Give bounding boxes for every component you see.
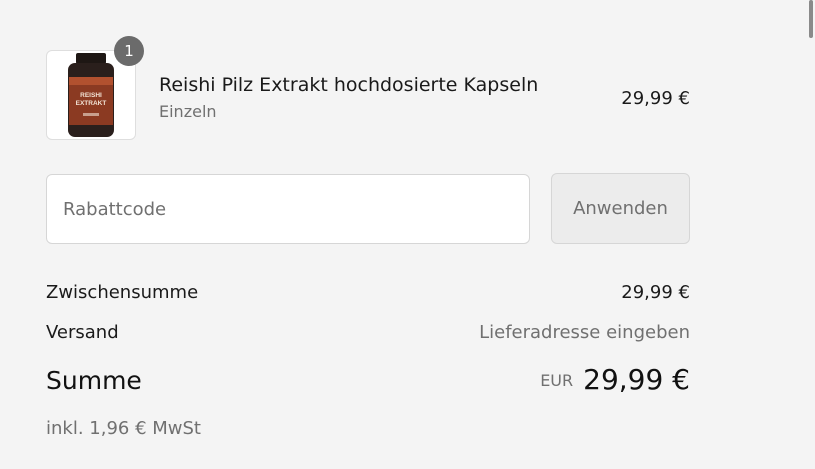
product-line-item: REISHI EXTRAKT 1 Reishi Pilz Extrakt hoc…	[46, 36, 690, 142]
total-value-group: EUR 29,99 €	[540, 363, 690, 396]
total-label: Summe	[46, 366, 142, 395]
currency-code: EUR	[540, 371, 574, 390]
subtotal-label: Zwischensumme	[46, 282, 199, 303]
apply-discount-button[interactable]: Anwenden	[551, 173, 690, 244]
product-name: Reishi Pilz Extrakt hochdosierte Kapseln	[159, 74, 539, 96]
scrollbar-track[interactable]	[805, 0, 815, 469]
product-image-label: REISHI	[80, 92, 102, 99]
subtotal-value: 29,99 €	[621, 282, 690, 303]
quantity-badge: 1	[114, 36, 144, 66]
shipping-value: Lieferadresse eingeben	[479, 322, 690, 343]
tax-note: inkl. 1,96 € MwSt	[46, 418, 201, 439]
scrollbar-thumb[interactable]	[809, 0, 813, 38]
product-image-label: EXTRAKT	[76, 100, 107, 107]
total-amount: 29,99 €	[583, 363, 690, 396]
product-variant: Einzeln	[159, 102, 217, 121]
shipping-label: Versand	[46, 322, 119, 343]
product-price: 29,99 €	[621, 88, 690, 109]
discount-code-input[interactable]	[46, 174, 530, 244]
